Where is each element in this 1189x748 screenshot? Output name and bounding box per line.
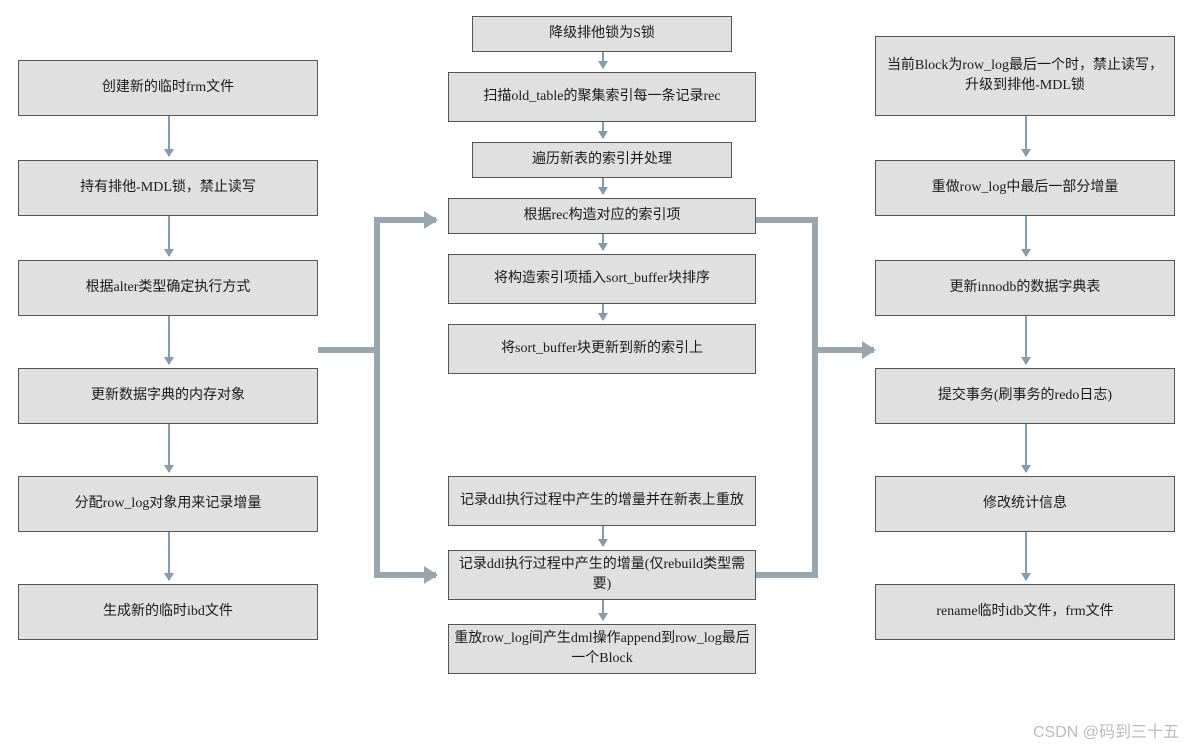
arrow-r1-r2 (1025, 116, 1027, 156)
node-mid-bot-3: 重放row_log间产生dml操作append到row_log最后一个Block (448, 624, 756, 674)
arrow-l4-l5 (168, 424, 170, 472)
watermark: CSDN @码到三十五 (1033, 718, 1179, 742)
node-right-5: 修改统计信息 (875, 476, 1175, 532)
node-left-6: 生成新的临时ibd文件 (18, 584, 318, 640)
arrow-l5-l6 (168, 532, 170, 580)
node-left-3: 根据alter类型确定执行方式 (18, 260, 318, 316)
arrow-r3-r4 (1025, 316, 1027, 364)
node-right-2: 重做row_log中最后一部分增量 (875, 160, 1175, 216)
node-right-6: rename临时idb文件，frm文件 (875, 584, 1175, 640)
arrow-r5-r6 (1025, 532, 1027, 580)
conn-to-mid-bottom (374, 572, 436, 578)
node-right-4: 提交事务(刷事务的redo日志) (875, 368, 1175, 424)
node-mid-top-4: 根据rec构造对应的索引项 (448, 198, 756, 234)
arrow-mb1-mb2 (602, 526, 604, 546)
node-left-4: 更新数据字典的内存对象 (18, 368, 318, 424)
flowchart-diagram: 创建新的临时frm文件 持有排他-MDL锁，禁止读写 根据alter类型确定执行… (0, 0, 1189, 748)
arrow-r4-r5 (1025, 424, 1027, 472)
node-left-5: 分配row_log对象用来记录增量 (18, 476, 318, 532)
conn-mid-vert (812, 217, 818, 578)
arrow-mt4-mt5 (602, 234, 604, 250)
arrow-mt3-mt4 (602, 178, 604, 194)
arrow-mb2-mb3 (602, 600, 604, 620)
node-mid-bot-2: 记录ddl执行过程中产生的增量(仅rebuild类型需要) (448, 550, 756, 600)
node-mid-top-3: 遍历新表的索引并处理 (472, 142, 732, 178)
arrow-l2-l3 (168, 216, 170, 256)
node-mid-top-5: 将构造索引项插入sort_buffer块排序 (448, 254, 756, 304)
node-mid-bot-1: 记录ddl执行过程中产生的增量并在新表上重放 (448, 476, 756, 526)
arrow-r2-r3 (1025, 216, 1027, 256)
node-mid-top-6: 将sort_buffer块更新到新的索引上 (448, 324, 756, 374)
arrow-mt2-mt3 (602, 122, 604, 138)
node-right-3: 更新innodb的数据字典表 (875, 260, 1175, 316)
conn-to-right (812, 347, 874, 353)
conn-to-mid-top (374, 217, 436, 223)
conn-left-out (318, 347, 380, 353)
arrow-l1-l2 (168, 116, 170, 156)
conn-mid-top-out (756, 217, 818, 223)
node-right-1: 当前Block为row_log最后一个时，禁止读写，升级到排他-MDL锁 (875, 36, 1175, 116)
arrow-mt5-mt6 (602, 304, 604, 320)
node-left-2: 持有排他-MDL锁，禁止读写 (18, 160, 318, 216)
node-left-1: 创建新的临时frm文件 (18, 60, 318, 116)
arrow-mt1-mt2 (602, 52, 604, 68)
conn-mid-bot-out (756, 572, 818, 578)
node-mid-top-1: 降级排他锁为S锁 (472, 16, 732, 52)
conn-left-vert (374, 217, 380, 578)
node-mid-top-2: 扫描old_table的聚集索引每一条记录rec (448, 72, 756, 122)
arrow-l3-l4 (168, 316, 170, 364)
